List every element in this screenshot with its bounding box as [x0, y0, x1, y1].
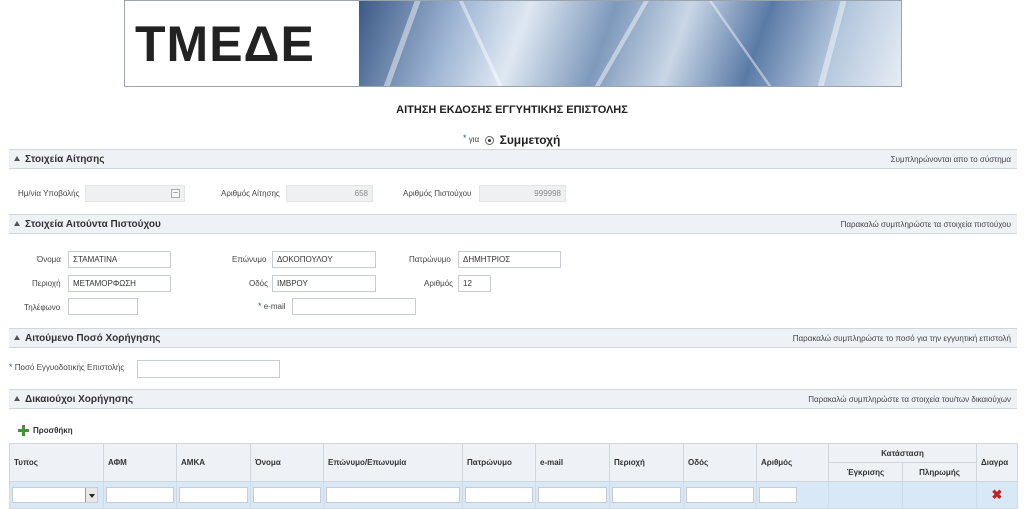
section-title: Δικαιούχοι Χορήγησης [25, 394, 134, 405]
area-field[interactable]: ΜΕΤΑΜΟΡΦΩΣΗ [68, 275, 171, 292]
section-header-beneficiaries[interactable]: Δικαιούχοι Χορήγησης Παρακαλώ συμπληρώστ… [9, 389, 1017, 409]
header-banner: TMEΔE [124, 0, 902, 87]
first-name-input[interactable] [253, 487, 321, 503]
credit-number-field[interactable]: 999998 [479, 185, 566, 202]
collapse-triangle-icon[interactable] [14, 221, 20, 226]
amount-label: * Ποσό Εγγυοδοτικής Επιστολής [9, 362, 125, 372]
required-marker: * [258, 301, 262, 311]
credit-number-label: Αριθμός Πιστούχου [403, 189, 472, 198]
section-note: Παρακαλώ συμπληρώστε τα στοιχεία του/των… [808, 395, 1011, 404]
last-name-input[interactable] [326, 487, 460, 503]
add-button-label: Προσθήκη [33, 426, 73, 435]
column-header-amka[interactable]: ΑΜΚΑ [176, 443, 251, 482]
section-note: Παρακαλώ συμπληρώστε τα στοιχεία πιστούχ… [840, 220, 1011, 229]
payment-status-cell [902, 481, 977, 509]
amka-input[interactable] [179, 487, 248, 503]
column-header-delete: Διαγρα [976, 443, 1018, 482]
plus-icon [18, 425, 29, 436]
afm-input[interactable] [106, 487, 174, 503]
phone-field[interactable] [68, 298, 138, 315]
collapse-triangle-icon[interactable] [14, 156, 20, 161]
page-title: ΑΙΤΗΣΗ ΕΚΔΟΣΗΣ ΕΓΓΥΗΤΙΚΗΣ ΕΠΙΣΤΟΛΗΣ [396, 104, 628, 116]
column-group-status: Κατάσταση [828, 443, 977, 463]
logo: TMEΔE [125, 1, 359, 86]
phone-label: Τηλέφωνο [24, 303, 61, 312]
column-header-first-name[interactable]: Όνομα [250, 443, 324, 482]
purpose-label: για [468, 135, 480, 145]
number-label: Αριθμός [424, 279, 454, 288]
participation-option-label: Συμμετοχή [499, 133, 561, 147]
application-number-field[interactable]: 658 [286, 185, 373, 202]
calendar-icon[interactable] [171, 189, 180, 198]
column-header-email[interactable]: e-mail [535, 443, 610, 482]
street-input[interactable] [686, 487, 754, 503]
table-row: ✖ [9, 481, 1018, 509]
banner-image [359, 1, 901, 86]
column-header-area[interactable]: Περιοχή [609, 443, 684, 482]
column-header-approval[interactable]: Έγκρισης [828, 462, 903, 482]
section-title: Αιτούμενο Ποσό Χορήγησης [25, 333, 161, 344]
last-name-label: Επώνυμο [232, 255, 267, 264]
street-field[interactable]: ΙΜΒΡΟΥ [272, 275, 376, 292]
father-name-input[interactable] [465, 487, 533, 503]
application-number-label: Αριθμός Αίτησης [221, 189, 280, 198]
collapse-triangle-icon[interactable] [14, 396, 20, 401]
column-header-last-name[interactable]: Επώνυμο/Επωνυμία [323, 443, 463, 482]
approval-status-cell [828, 481, 903, 509]
column-header-type[interactable]: Τυπος [9, 443, 104, 482]
logo-text: TMEΔE [135, 16, 315, 72]
email-label: * e-mail [258, 301, 286, 311]
section-note: Συμπληρώνονται απο το σύστημα [890, 155, 1011, 164]
section-header-application[interactable]: Στοιχεία Αίτησης Συμπληρώνονται απο το σ… [9, 149, 1017, 169]
first-name-label: Όνομα [37, 255, 61, 264]
delete-icon[interactable]: ✖ [979, 487, 1015, 503]
section-header-amount[interactable]: Αιτούμενο Ποσό Χορήγησης Παρακαλώ συμπλη… [9, 328, 1017, 348]
chevron-down-icon[interactable] [85, 488, 97, 502]
section-title: Στοιχεία Αιτούντα Πιστούχου [25, 219, 161, 230]
column-header-father-name[interactable]: Πατρώνυμο [462, 443, 536, 482]
number-field[interactable]: 12 [458, 275, 491, 292]
last-name-field[interactable]: ΔΟΚΟΠΟΥΛΟΥ [272, 251, 376, 268]
participation-radio[interactable] [485, 135, 495, 145]
submission-date-label: Ημ/νία Υποβολής [18, 189, 80, 198]
section-note: Παρακαλώ συμπληρώστε το ποσό για την εγγ… [792, 334, 1011, 343]
purpose-radio-group: * για Συμμετοχή [463, 133, 560, 147]
section-header-applicant[interactable]: Στοιχεία Αιτούντα Πιστούχου Παρακαλώ συμ… [9, 214, 1017, 234]
add-beneficiary-button[interactable]: Προσθήκη [18, 425, 73, 436]
beneficiaries-table: Τυπος ΑΦΜ ΑΜΚΑ Όνομα Επώνυμο/Επωνυμία Πα… [9, 443, 1018, 509]
collapse-triangle-icon[interactable] [14, 335, 20, 340]
first-name-field[interactable]: ΣΤΑΜΑΤΙΝΑ [68, 251, 171, 268]
required-marker: * [463, 133, 467, 143]
column-header-number[interactable]: Αριθμός [756, 443, 829, 482]
father-name-field[interactable]: ΔΗΜΗΤΡΙΟΣ [458, 251, 561, 268]
area-label: Περιοχή [32, 279, 61, 288]
required-marker: * [9, 362, 13, 372]
email-input[interactable] [538, 487, 607, 503]
section-title: Στοιχεία Αίτησης [25, 154, 105, 165]
column-header-payment[interactable]: Πληρωμής [902, 462, 977, 482]
column-header-street[interactable]: Οδός [683, 443, 757, 482]
submission-date-field[interactable] [85, 185, 185, 202]
amount-field[interactable] [137, 360, 280, 378]
type-select[interactable] [12, 487, 98, 503]
column-header-afm[interactable]: ΑΦΜ [103, 443, 177, 482]
father-name-label: Πατρώνυμο [409, 255, 451, 264]
area-input[interactable] [612, 487, 681, 503]
number-input[interactable] [759, 487, 797, 503]
email-field[interactable] [292, 298, 416, 315]
street-label: Οδός [249, 279, 268, 288]
